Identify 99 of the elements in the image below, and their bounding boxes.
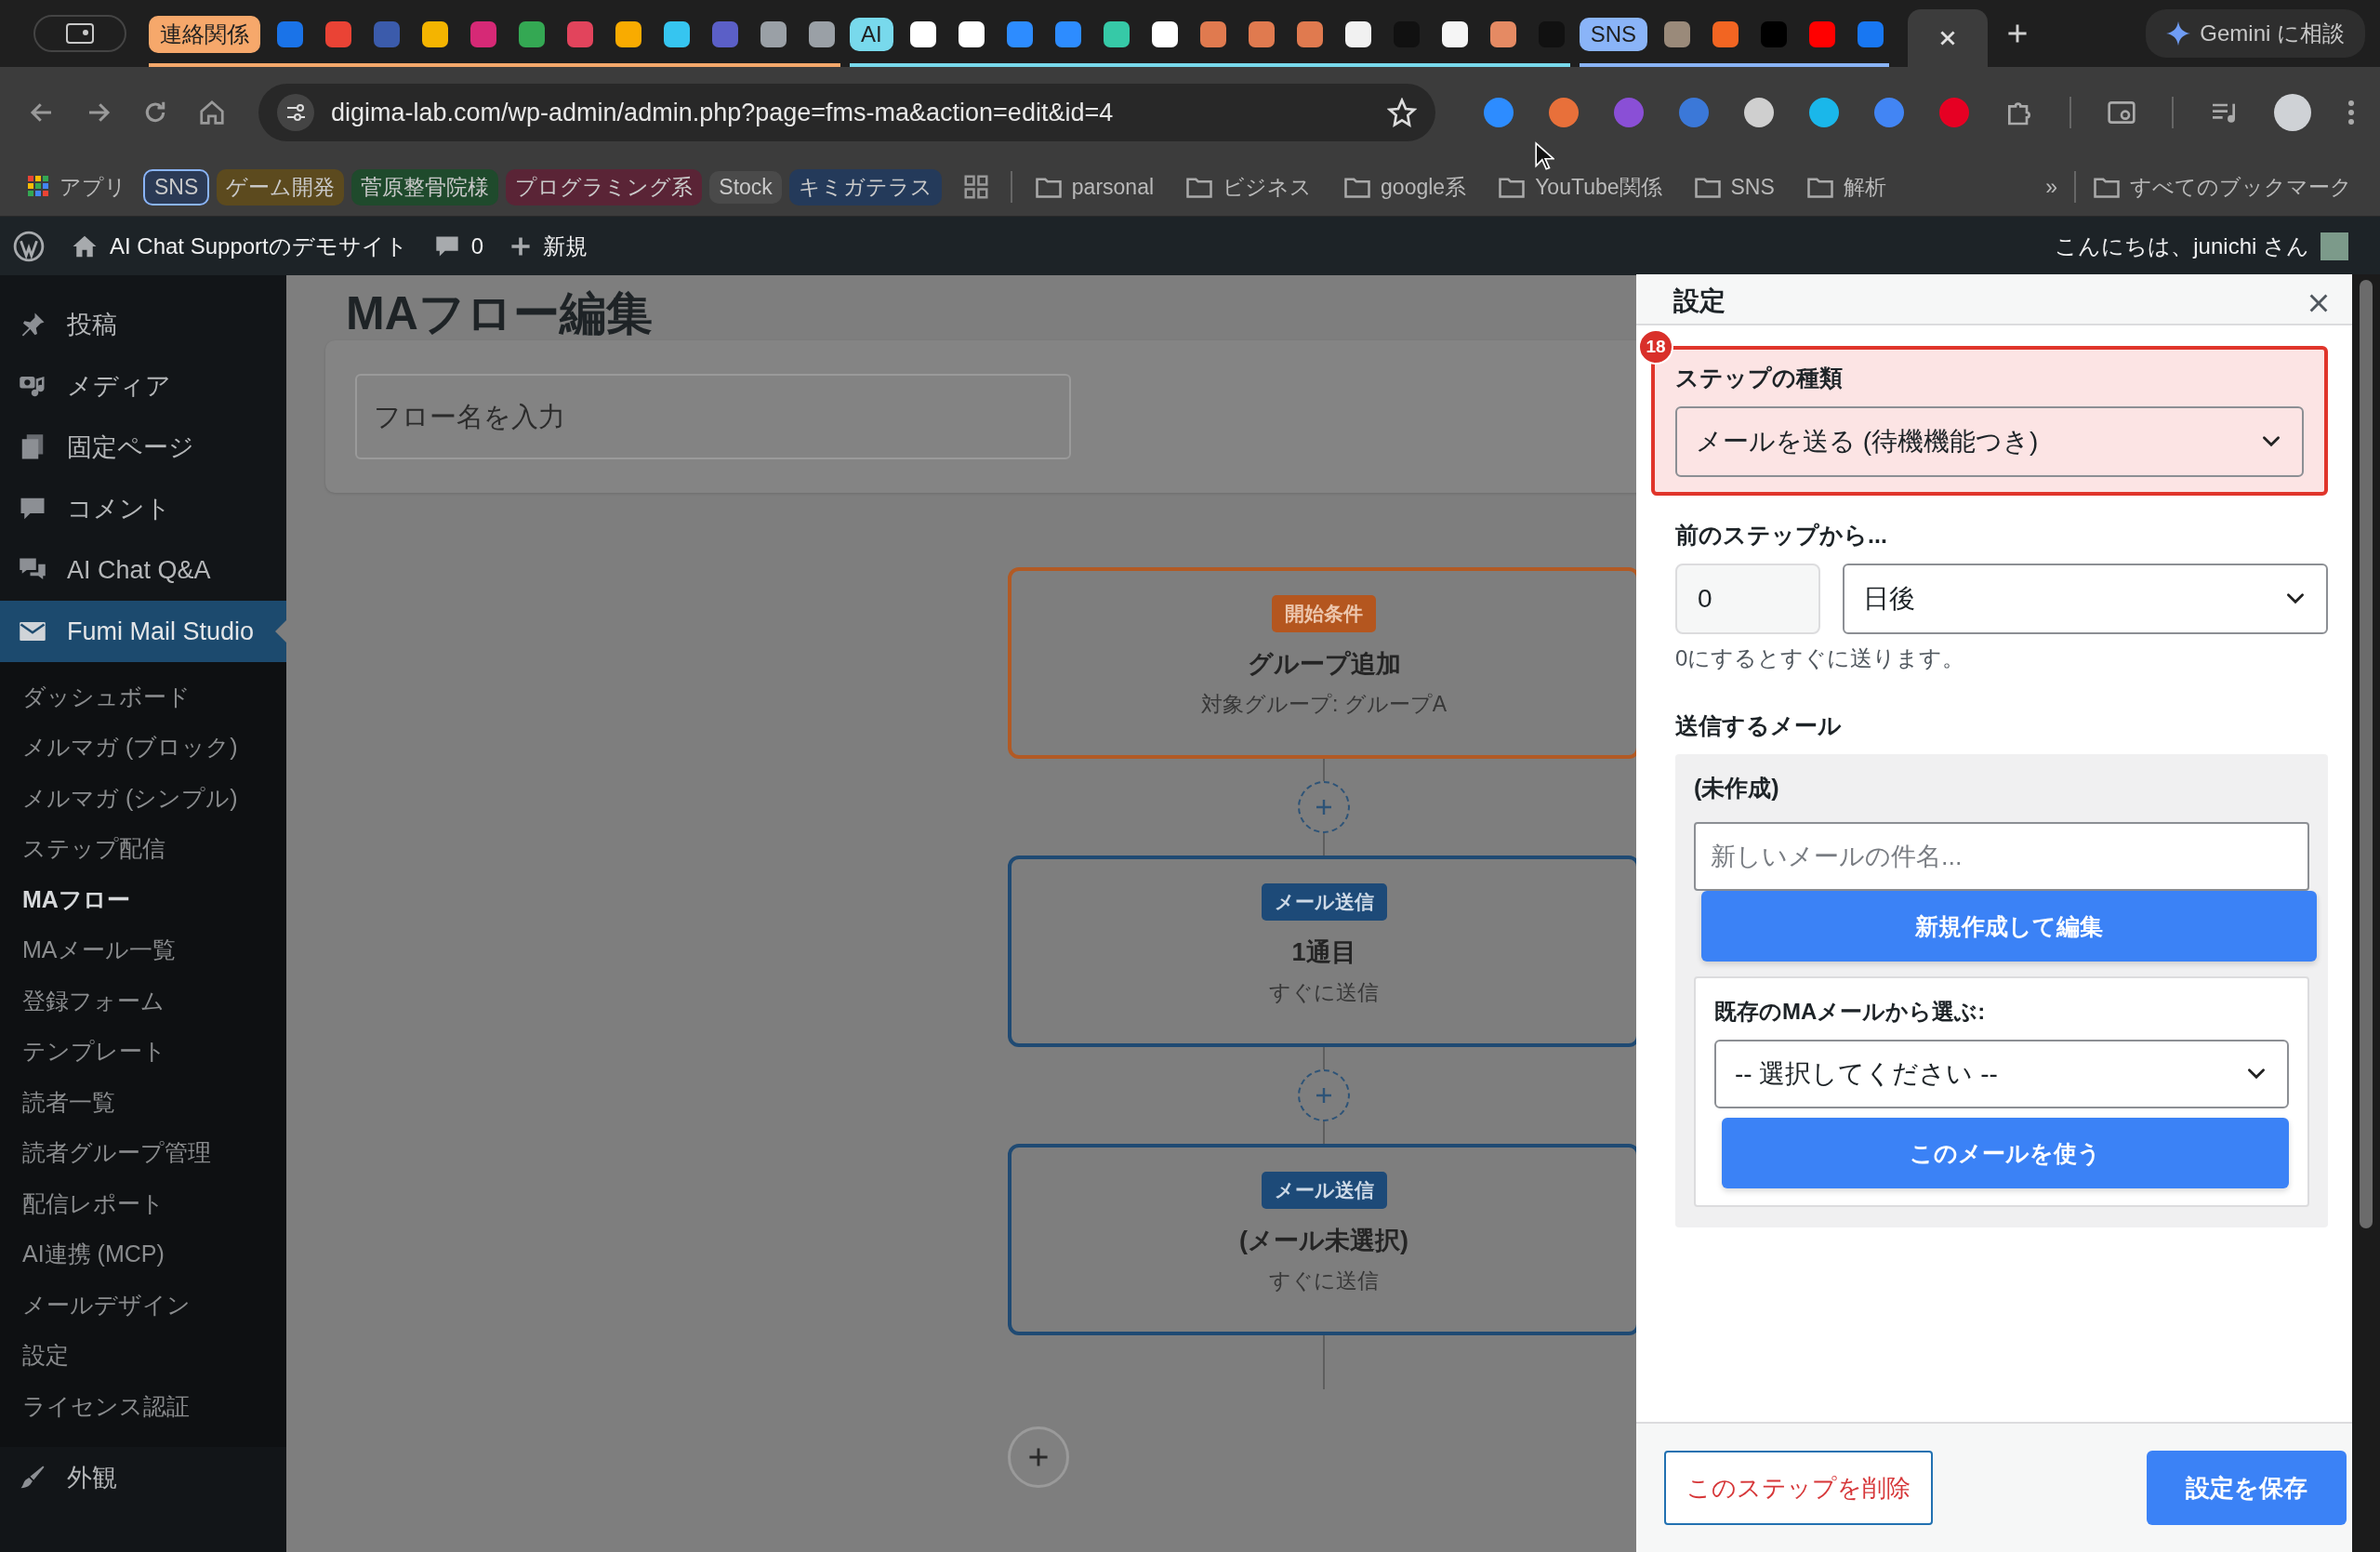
bookmark-group[interactable]: 菅原整骨院様 — [351, 168, 499, 206]
avatar-placeholder — [2320, 232, 2348, 260]
delay-number-field[interactable]: 0 — [1675, 564, 1820, 634]
scrollbar[interactable] — [2352, 274, 2380, 1552]
submenu-item[interactable]: メールデザイン — [0, 1280, 286, 1331]
bookmark-group[interactable]: ゲーム開発 — [217, 168, 345, 206]
save-settings-button[interactable]: 設定を保存 — [2147, 1451, 2347, 1525]
tab-group-label[interactable]: AI — [850, 18, 893, 51]
submenu-item[interactable]: MAメール一覧 — [0, 924, 286, 975]
sidebar-item[interactable]: Fumi Mail Studio — [0, 601, 286, 662]
sidebar-item[interactable]: コメント — [0, 478, 286, 539]
extension-icon[interactable] — [1484, 98, 1514, 127]
plus-icon — [1315, 798, 1333, 816]
step-title: 1通目 — [1291, 937, 1356, 968]
step-type-badge: 開始条件 — [1272, 595, 1376, 632]
bookmark-folder[interactable]: YouTube関係 — [1488, 168, 1672, 206]
sidebar-item[interactable]: 投稿 — [0, 294, 286, 355]
bookmark-folder[interactable]: 解析 — [1796, 168, 1896, 206]
step-type-badge: メール送信 — [1261, 883, 1387, 921]
bookmark-group[interactable]: Stock — [709, 170, 782, 204]
plus-icon — [1027, 1446, 1050, 1468]
submenu-item[interactable]: ステップ配信 — [0, 823, 286, 874]
greeting-link[interactable]: こんにちは、junichi さん — [2055, 231, 2309, 261]
address-bar[interactable]: digima-lab.com/wp-admin/admin.php?page=fms-ma&action=edit&id=4 — [258, 84, 1435, 141]
tab-group-label[interactable]: SNS — [1579, 18, 1648, 51]
step-title: グループ追加 — [1247, 649, 1401, 680]
submenu-item[interactable]: 設定 — [0, 1330, 286, 1381]
step-type-badge: メール送信 — [1261, 1172, 1387, 1209]
home-icon — [197, 99, 226, 126]
more-menu-icon[interactable] — [2347, 99, 2356, 126]
submenu-item[interactable]: 配信レポート — [0, 1178, 286, 1229]
plus-icon — [509, 234, 533, 258]
tune-icon — [277, 94, 314, 131]
step-detail: すぐに送信 — [1269, 1267, 1379, 1294]
submenu-item[interactable]: MAフロー — [0, 874, 286, 925]
step-detail: すぐに送信 — [1269, 979, 1379, 1006]
bookmark-folder[interactable]: google系 — [1334, 168, 1476, 206]
field-label: 既存のMAメールから選ぶ: — [1714, 998, 1987, 1026]
create-edit-button[interactable]: 新規作成して編集 — [1701, 891, 2317, 962]
annotation-badge: 18 — [1638, 329, 1673, 365]
comment-count[interactable]: 0 — [470, 232, 484, 259]
step-type-select[interactable]: メールを送る (待機機能つき) — [1675, 406, 2304, 477]
star-icon[interactable] — [1387, 98, 1417, 127]
site-name-link[interactable]: AI Chat Supportのデモサイト — [110, 231, 408, 261]
bookmark-folder[interactable]: SNS — [1684, 170, 1784, 204]
delete-step-button[interactable]: このステップを削除 — [1664, 1451, 1933, 1525]
mouse-pointer-icon — [1534, 141, 1554, 172]
apps-grid-icon — [28, 176, 50, 198]
wordpress-logo-icon[interactable] — [13, 230, 45, 262]
sidebar-item[interactable]: 外観 — [0, 1446, 286, 1508]
mail-status: (未作成) — [1694, 774, 1780, 803]
field-label: 送信するメール — [1675, 711, 1843, 740]
apps-bookmark[interactable]: アプリ — [19, 168, 136, 206]
sidebar-item[interactable]: 固定ページ — [0, 417, 286, 478]
extension-icon[interactable] — [1874, 98, 1904, 127]
plus-icon — [1315, 1086, 1333, 1105]
panel-title: 設定 — [1673, 288, 1726, 314]
help-text: 0にするとすぐに送ります。 — [1675, 644, 1966, 672]
bookmark-folder[interactable]: parsonal — [1025, 170, 1164, 204]
screen-share-icon — [66, 23, 94, 44]
bookmark-folder[interactable]: ビジネス — [1176, 168, 1322, 206]
submenu-item[interactable]: ダッシュボード — [0, 671, 286, 723]
bookmark-group[interactable]: キミガテラス — [788, 168, 942, 206]
sidebar-item[interactable]: メディア — [0, 355, 286, 417]
tab-group-label[interactable]: 連絡関係 — [149, 16, 260, 53]
close-button[interactable] — [2307, 292, 2330, 314]
flow-name-field[interactable]: フロー名を入力 — [355, 374, 1071, 459]
extension-icon[interactable] — [1744, 98, 1774, 127]
field-label: 前のステップから... — [1675, 521, 1888, 550]
avatar-icon[interactable] — [2274, 94, 2311, 131]
subject-field[interactable]: 新しいメールの件名... — [1694, 822, 2309, 891]
sidebar-item[interactable]: AI Chat Q&A — [0, 539, 286, 601]
submenu-item[interactable]: AI連携 (MCP) — [0, 1228, 286, 1280]
new-link[interactable]: 新規 — [543, 231, 588, 261]
picture-in-picture-button[interactable] — [33, 15, 126, 52]
submenu-item[interactable]: メルマガ (ブロック) — [0, 722, 286, 773]
submenu-item[interactable]: 登録フォーム — [0, 975, 286, 1027]
bookmark-group[interactable]: プログラミング系 — [506, 168, 703, 206]
step-title: (メール未選択) — [1239, 1226, 1408, 1256]
bookmark-group[interactable]: SNS — [143, 168, 210, 206]
field-label: ステップの種類 — [1675, 364, 1844, 392]
submenu-item[interactable]: ライセンス認証 — [0, 1381, 286, 1432]
plus-icon — [2006, 22, 2030, 45]
delay-unit-select[interactable]: 日後 — [1843, 564, 2328, 634]
page-title: MAフロー編集 — [345, 286, 653, 340]
gemini-button[interactable]: Gemini に相談 — [2146, 9, 2365, 58]
step-detail: 対象グループ: グループA — [1200, 691, 1448, 718]
submenu-item[interactable]: 読者一覧 — [0, 1077, 286, 1128]
existing-mail-select[interactable]: -- 選択してください -- — [1714, 1040, 2289, 1108]
all-bookmarks-folder[interactable]: すべてのブックマーク — [2083, 168, 2361, 206]
use-mail-button[interactable]: このメールを使う — [1722, 1118, 2289, 1188]
close-icon — [2307, 292, 2330, 314]
sparkle-icon — [2166, 21, 2191, 46]
submenu-item[interactable]: 読者グループ管理 — [0, 1127, 286, 1178]
extension-icon[interactable] — [1549, 98, 1579, 127]
submenu-item[interactable]: メルマガ (シンプル) — [0, 773, 286, 824]
submenu-item[interactable]: テンプレート — [0, 1026, 286, 1077]
more-bookmarks-button[interactable]: » — [2036, 170, 2067, 204]
extension-icon[interactable] — [1809, 98, 1839, 127]
